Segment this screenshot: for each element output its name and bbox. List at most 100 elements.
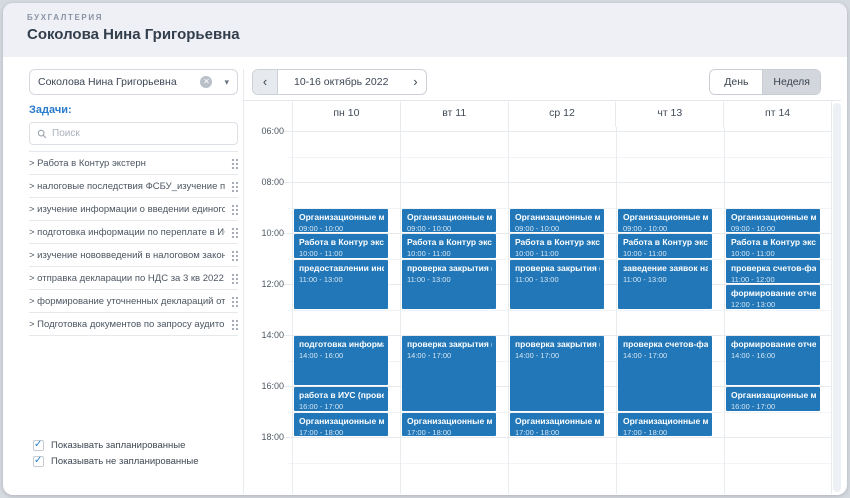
calendar-event[interactable]: работа в ИУС (провер... 16:00 - 17:00 — [294, 387, 388, 411]
calendar-event[interactable]: Организационные ме... 17:00 - 18:00 — [294, 412, 388, 436]
event-time: 09:00 - 10:00 — [515, 223, 560, 233]
view-toggle-button[interactable]: Неделя — [762, 70, 820, 94]
event-time: 14:00 - 17:00 — [515, 351, 560, 360]
calendar-event[interactable]: Работа в Контур экст... 10:00 - 11:00 — [510, 234, 604, 258]
event-title: предоставлении инф... — [299, 262, 384, 273]
day-header: пн 10 — [292, 100, 400, 127]
day-column[interactable]: Организационные ме... 09:00 - 10:00 Рабо… — [508, 127, 616, 494]
calendar-event[interactable]: Организационные ме... 17:00 - 18:00 — [618, 412, 712, 436]
event-time: 09:00 - 10:00 — [623, 223, 668, 233]
drag-handle-icon[interactable] — [231, 203, 238, 215]
calendar-event[interactable]: Организационные ме... 09:00 - 10:00 — [510, 208, 604, 233]
clear-icon[interactable]: ✕ — [200, 76, 213, 88]
drag-handle-icon[interactable] — [231, 272, 238, 284]
calendar-event[interactable]: проверка счетов-фак... 14:00 - 17:00 — [618, 336, 712, 411]
checkbox-icon[interactable] — [33, 439, 44, 451]
task-label: > Подготовка документов по запросу аудит… — [29, 318, 225, 330]
calendar-event[interactable]: проверка счетов-фак... 11:00 - 12:00 — [726, 259, 820, 284]
task-list-item[interactable]: > отправка декларации по НДС за 3 кв 202… — [29, 267, 238, 290]
day-column[interactable]: Организационные ме... 09:00 - 10:00 Рабо… — [292, 127, 400, 494]
drag-handle-icon[interactable] — [231, 295, 238, 307]
filter-checkbox-row[interactable]: Показывать не запланированные — [33, 453, 199, 469]
drag-handle-icon[interactable] — [231, 226, 238, 238]
drag-handle-icon[interactable] — [231, 318, 238, 330]
event-time: 11:00 - 13:00 — [299, 274, 343, 284]
calendar-event[interactable]: Организационные ме... 09:00 - 10:00 — [618, 208, 712, 233]
calendar-event[interactable]: Работа в Контур экст... 10:00 - 11:00 — [294, 234, 388, 258]
event-title: Организационные ме... — [623, 211, 708, 222]
prev-week-button[interactable]: ‹ — [253, 70, 278, 94]
calendar-event[interactable]: проверка закрытия (... 11:00 - 13:00 — [402, 259, 496, 309]
chevron-down-icon[interactable]: ▾ — [224, 77, 229, 88]
calendar-event[interactable]: формирование отчет... 14:00 - 16:00 — [726, 336, 820, 385]
event-time: 14:00 - 17:00 — [407, 351, 452, 360]
event-time: 17:00 - 18:00 — [407, 427, 452, 437]
event-title: Организационные ме... — [407, 415, 492, 426]
calendar-event[interactable]: предоставлении инф... 11:00 - 13:00 — [294, 259, 388, 309]
task-label: > отправка декларации по НДС за 3 кв 202… — [29, 272, 225, 284]
event-title: формирование отчет... — [731, 288, 816, 298]
event-time: 11:00 - 12:00 — [731, 274, 775, 284]
calendar-scrollbar[interactable] — [833, 103, 841, 492]
event-title: Работа в Контур экст... — [731, 237, 816, 247]
filter-label: Показывать запланированные — [51, 439, 186, 451]
time-label: 08:00 — [261, 177, 284, 187]
task-list-item[interactable]: > формирование уточненных деклараций отч… — [29, 290, 238, 313]
filter-checkbox-row[interactable]: Показывать запланированные — [33, 437, 199, 453]
view-toggle-button[interactable]: День — [710, 70, 763, 94]
task-list-item[interactable]: > Подготовка документов по запросу аудит… — [29, 313, 238, 336]
time-label: 16:00 — [261, 381, 284, 391]
calendar-event[interactable]: Организационные ме... 09:00 - 10:00 — [402, 208, 496, 233]
calendar-event[interactable]: проверка закрытия (... 14:00 - 17:00 — [510, 336, 604, 411]
event-title: Организационные ме... — [407, 211, 492, 222]
task-label: > формирование уточненных деклараций отч… — [29, 295, 225, 307]
event-time: 10:00 - 11:00 — [623, 249, 667, 258]
day-header-row: пн 10 вт 11 ср 12 чт 13 пт 14 — [244, 100, 832, 127]
task-list-item[interactable]: > подготовка информации по переплате в И… — [29, 221, 238, 244]
calendar-event[interactable]: заведение заявок на ... 11:00 - 13:00 — [618, 259, 712, 309]
day-column[interactable]: Организационные ме... 09:00 - 10:00 Рабо… — [724, 127, 832, 494]
event-title: заведение заявок на ... — [623, 262, 708, 273]
task-search[interactable] — [29, 122, 238, 145]
day-header: ср 12 — [507, 100, 616, 127]
calendar-event[interactable]: Организационные ме... 09:00 - 10:00 — [294, 208, 388, 232]
event-title: Работа в Контур экст... — [299, 237, 384, 247]
calendar-event[interactable]: проверка закрытия (... 14:00 - 17:00 — [402, 336, 496, 411]
employee-select-value: Соколова Нина Григорьевна — [38, 76, 177, 88]
calendar-event[interactable]: проверка закрытия (... 11:00 - 13:00 — [510, 259, 604, 309]
task-list-item[interactable]: > налоговые последствия ФСБУ_изучение пр… — [29, 175, 238, 198]
view-toggle: День Неделя — [709, 69, 821, 95]
calendar-event[interactable]: Работа в Контур экст... 10:00 - 11:00 — [726, 234, 820, 258]
next-week-button[interactable]: › — [404, 70, 426, 94]
calendar-event[interactable]: формирование отчет... 12:00 - 13:00 — [726, 285, 820, 309]
calendar-event[interactable]: Организационные ме... 09:00 - 10:00 — [726, 208, 820, 232]
event-title: Работа в Контур экст... — [515, 237, 600, 247]
calendar-event[interactable]: Работа в Контур экст... 10:00 - 11:00 — [618, 234, 712, 258]
calendar-event[interactable]: Организационные ме... 17:00 - 18:00 — [402, 412, 496, 437]
search-input[interactable] — [52, 128, 230, 139]
drag-handle-icon[interactable] — [231, 157, 238, 169]
checkbox-icon[interactable] — [33, 455, 44, 467]
task-list-item[interactable]: > изучение нововведений в налоговом зако… — [29, 244, 238, 267]
day-header: чт 13 — [615, 100, 723, 127]
day-column[interactable]: Организационные ме... 09:00 - 10:00 Рабо… — [400, 127, 508, 494]
task-list-item[interactable]: > Работа в Контур экстерн — [29, 152, 238, 175]
calendar-event[interactable]: Работа в Контур экст... 10:00 - 11:00 — [402, 234, 496, 258]
time-label: 10:00 — [261, 228, 284, 238]
drag-handle-icon[interactable] — [231, 249, 238, 261]
calendar-event[interactable]: подготовка информа... 14:00 - 16:00 — [294, 336, 388, 385]
time-label: 06:00 — [261, 127, 284, 136]
event-time: 09:00 - 10:00 — [407, 223, 452, 233]
employee-select[interactable]: Соколова Нина Григорьевна ✕ ▾ — [29, 69, 238, 95]
event-title: формирование отчет... — [731, 339, 816, 349]
calendar-event[interactable]: Организационные ме... 16:00 - 17:00 — [726, 387, 820, 411]
event-time: 10:00 - 11:00 — [731, 249, 775, 258]
drag-handle-icon[interactable] — [231, 180, 238, 192]
event-time: 10:00 - 11:00 — [407, 249, 451, 258]
calendar-event[interactable]: Организационные ме... 17:00 - 18:00 — [510, 412, 604, 436]
event-title: проверка закрытия (... — [515, 262, 600, 273]
day-column[interactable]: Организационные ме... 09:00 - 10:00 Рабо… — [616, 127, 724, 494]
task-list-item[interactable]: > изучение информации о введении единого… — [29, 198, 238, 221]
task-list: > Работа в Контур экстерн > налоговые по… — [29, 151, 238, 336]
event-title: работа в ИУС (провер... — [299, 390, 384, 400]
